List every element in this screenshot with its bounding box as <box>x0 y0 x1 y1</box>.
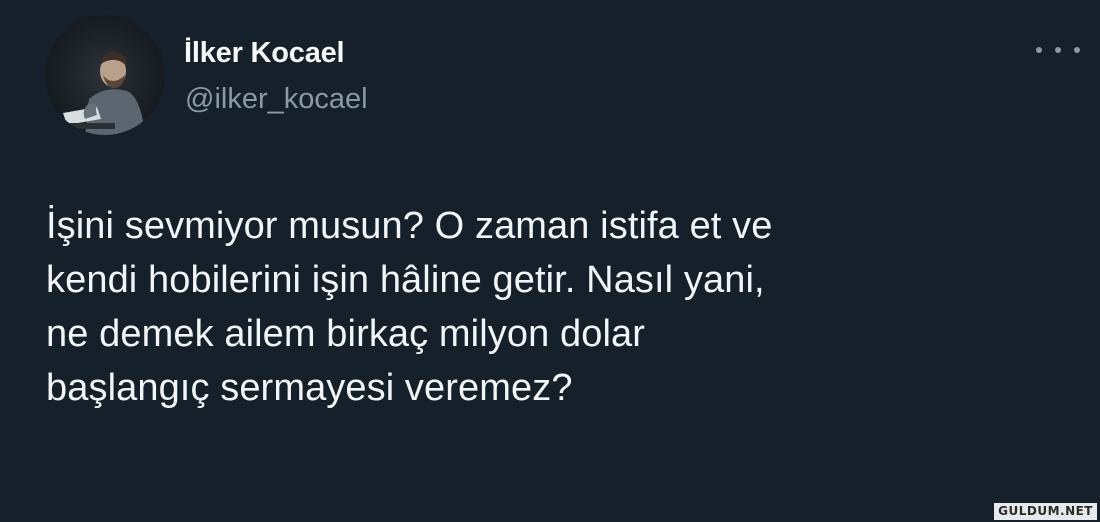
site-watermark: GULDUM.NET <box>994 503 1097 520</box>
profile-photo-image <box>45 15 165 135</box>
more-options-button[interactable] <box>1036 38 1080 62</box>
tweet-text-line: ne demek ailem birkaç milyon dolar <box>46 313 645 355</box>
author-name[interactable]: İlker Kocael <box>184 36 345 70</box>
tweet-text: İşini sevmiyor musun? O zaman istifa et … <box>46 199 1076 415</box>
more-horizontal-icon-dot <box>1074 47 1080 53</box>
tweet-text-line: başlangıç sermayesi veremez? <box>46 367 573 409</box>
author-avatar[interactable] <box>45 15 165 135</box>
more-horizontal-icon <box>1036 47 1042 53</box>
tweet-text-line: kendi hobilerini işin hâline getir. Nası… <box>46 259 765 301</box>
more-horizontal-icon-dot <box>1055 47 1061 53</box>
author-handle[interactable]: @ilker_kocael <box>185 82 368 116</box>
tweet-card: İlker Kocael @ilker_kocael İşini sevmiyo… <box>0 0 1100 522</box>
tweet-text-line: İşini sevmiyor musun? O zaman istifa et … <box>46 205 773 247</box>
